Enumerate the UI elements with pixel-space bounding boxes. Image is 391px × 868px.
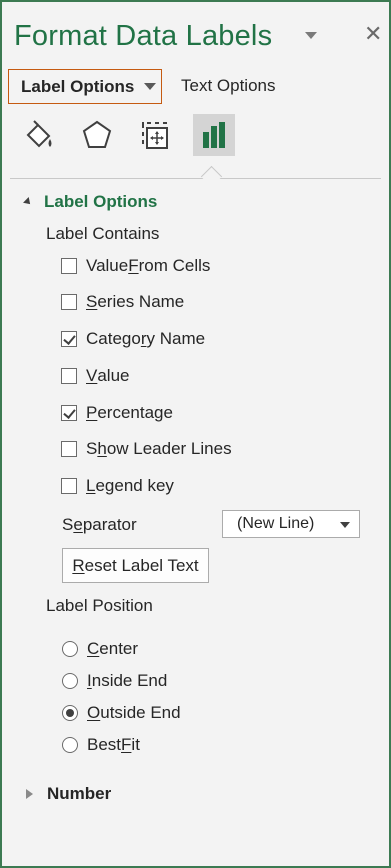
checkbox-label-post: rom Cells xyxy=(138,256,211,275)
checkbox-label-pre: S xyxy=(86,439,98,458)
radio-button[interactable] xyxy=(62,673,78,689)
radio-label-pre: Best xyxy=(87,735,122,754)
separator-select-value: (New Line) xyxy=(237,515,315,532)
checkbox-box[interactable] xyxy=(61,478,77,494)
section-label-options-title: Label Options xyxy=(44,192,158,211)
section-label-options-header[interactable]: Label Options xyxy=(23,192,158,212)
pane-options-dropdown-icon[interactable] xyxy=(305,32,317,39)
expand-triangle-icon xyxy=(26,789,33,799)
checkbox-label-post: eries Name xyxy=(97,292,185,311)
collapse-triangle-icon xyxy=(23,197,33,207)
checkbox-label-pre: Catego xyxy=(86,329,141,348)
checkbox-label-pre: Value xyxy=(86,256,129,275)
radio-label-post: nside End xyxy=(91,671,168,690)
reset-button-key: R xyxy=(72,555,85,575)
checkbox-category-name[interactable]: Catego r y Name xyxy=(61,329,205,349)
checkbox-label-post: egend key xyxy=(95,476,174,495)
checkbox-box[interactable] xyxy=(61,294,77,310)
radio-button[interactable] xyxy=(62,737,78,753)
radio-label-key: O xyxy=(87,703,101,722)
separator-label: Se parator xyxy=(62,515,137,535)
radio-label-key: F xyxy=(121,735,132,754)
separator-label-pre: S xyxy=(62,515,74,534)
checkbox-label-key: V xyxy=(86,366,98,385)
active-tab-pointer xyxy=(200,165,223,188)
checkbox-label-post: y Name xyxy=(146,329,206,348)
reset-label-text-button[interactable]: Reset Label Text xyxy=(62,548,209,583)
checkbox-box[interactable] xyxy=(61,368,77,384)
pane-title: Format Data Labels xyxy=(14,20,273,52)
radio-button[interactable] xyxy=(62,705,78,721)
label-position-heading: Label Position xyxy=(46,596,153,615)
radio-label-post: it xyxy=(131,735,140,754)
tab-label-options[interactable]: Label Options xyxy=(8,69,162,104)
checkbox-label-key: F xyxy=(128,256,139,275)
size-properties-icon[interactable] xyxy=(134,114,176,156)
checkbox-value[interactable]: Value xyxy=(61,366,129,386)
radio-inside-end[interactable]: Inside End xyxy=(62,671,167,691)
separator-label-post: parator xyxy=(82,515,137,534)
checkbox-show-leader-lines[interactable]: Sh ow Leader Lines xyxy=(61,439,232,459)
radio-button[interactable] xyxy=(62,641,78,657)
format-data-labels-pane: Format Data Labels ✕ Label Options Text … xyxy=(0,0,391,868)
checkbox-label-key: S xyxy=(86,292,98,311)
radio-label-key: C xyxy=(87,639,100,658)
checkbox-percentage[interactable]: Percentage xyxy=(61,403,173,423)
section-number-header[interactable]: Number xyxy=(26,784,111,804)
effects-pentagon-icon[interactable] xyxy=(76,114,118,156)
separator-label-key: e xyxy=(73,515,83,534)
radio-outside-end[interactable]: Outside End xyxy=(62,703,181,723)
label-options-bar-chart-icon[interactable] xyxy=(193,114,235,156)
radio-label-post: enter xyxy=(99,639,139,658)
checkbox-label-key: h xyxy=(97,439,107,458)
separator-select[interactable]: (New Line) xyxy=(222,510,360,538)
tab-label-options-label: Label Options xyxy=(21,76,135,96)
checkbox-label-key: L xyxy=(86,476,96,495)
fill-line-icon[interactable] xyxy=(18,114,60,156)
label-contains-heading: Label Contains xyxy=(46,224,160,243)
checkbox-legend-key[interactable]: Legend key xyxy=(61,476,174,496)
radio-best-fit[interactable]: Best Fit xyxy=(62,735,140,755)
checkbox-label-post: ow Leader Lines xyxy=(106,439,232,458)
checkbox-series-name[interactable]: Series Name xyxy=(61,292,184,312)
close-icon[interactable]: ✕ xyxy=(364,20,382,48)
radio-label-post: utside End xyxy=(100,703,181,722)
checkbox-box[interactable] xyxy=(61,258,77,274)
checkbox-box[interactable] xyxy=(61,441,77,457)
radio-center[interactable]: Center xyxy=(62,639,138,659)
chevron-down-icon xyxy=(144,83,157,90)
section-number-title: Number xyxy=(47,784,112,803)
checkbox-value-from-cells[interactable]: Value From Cells xyxy=(61,256,210,276)
header-divider xyxy=(10,178,381,179)
checkbox-box[interactable] xyxy=(61,331,77,347)
checkbox-box[interactable] xyxy=(61,405,77,421)
chevron-down-icon xyxy=(340,522,350,528)
checkbox-label-key: P xyxy=(86,403,98,422)
checkbox-label-post: alue xyxy=(97,366,130,385)
tab-text-options[interactable]: Text Options xyxy=(181,76,276,96)
checkbox-label-post: ercentage xyxy=(97,403,173,422)
reset-button-post: eset Label Text xyxy=(84,555,199,575)
